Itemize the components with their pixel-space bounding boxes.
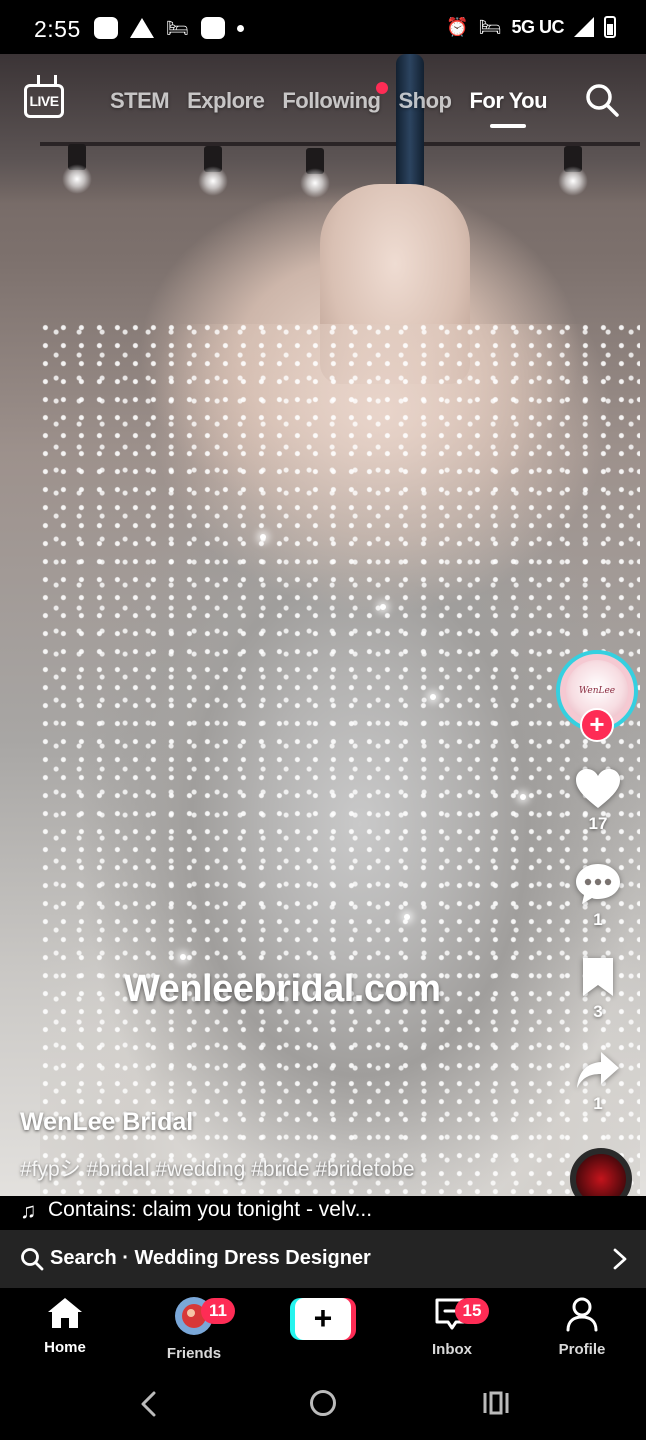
- network-type: 5G UC: [511, 16, 564, 37]
- hotel-icon: 🛏: [166, 18, 189, 38]
- alarm-icon: ⏰: [446, 17, 469, 37]
- nav-profile-label: Profile: [558, 1341, 606, 1358]
- sparkle: [520, 794, 526, 800]
- following-notification-dot: [376, 82, 389, 94]
- video-player[interactable]: [0, 54, 646, 1196]
- home-icon: [48, 1298, 82, 1328]
- sparkle: [380, 604, 386, 610]
- sparkle: [404, 914, 410, 920]
- sparkle: [430, 694, 436, 700]
- spotlight: [62, 144, 92, 194]
- share-button[interactable]: 1: [556, 1050, 640, 1114]
- spotlight: [300, 148, 330, 198]
- nav-home-label: Home: [44, 1339, 86, 1356]
- author-name[interactable]: WenLee Bridal: [20, 1108, 560, 1137]
- share-icon: [577, 1052, 619, 1088]
- battery-icon: [604, 16, 616, 38]
- heart-icon: [576, 769, 620, 808]
- nav-friends-label: Friends: [166, 1345, 222, 1362]
- wedding-dress-image: [40, 324, 640, 1196]
- nav-home[interactable]: Home: [10, 1296, 120, 1356]
- more-notifications-icon: [236, 24, 244, 32]
- inbox-badge: 15: [455, 1298, 489, 1324]
- tab-shop[interactable]: Shop: [398, 88, 452, 114]
- bookmark-icon: [583, 958, 613, 996]
- top-navigation: LIVE STEM Explore Following Shop For You: [0, 80, 646, 136]
- friends-badge: 11: [201, 1298, 235, 1324]
- tab-explore[interactable]: Explore: [187, 88, 265, 114]
- music-title: Contains: claim you tonight - velv...: [48, 1198, 373, 1221]
- comment-button[interactable]: 1: [556, 862, 640, 930]
- video-watermark: Wenleebridal.com: [124, 968, 441, 1010]
- status-notification-icons: 🛏: [94, 17, 244, 39]
- live-icon[interactable]: LIVE: [24, 84, 64, 118]
- sparkle: [180, 954, 186, 960]
- search-icon: [21, 1248, 44, 1271]
- status-system-icons: ⏰ 🛏 5G UC: [446, 16, 616, 38]
- spotlight: [558, 146, 588, 196]
- signal-icon: [574, 17, 594, 37]
- music-info[interactable]: ♫ Contains: claim you tonight - velv...: [0, 1196, 646, 1228]
- video-caption: WenLee Bridal #fypシ #bridal #wedding #br…: [20, 1108, 560, 1183]
- comment-count: 1: [593, 910, 603, 929]
- hotel-icon: 🛏: [478, 17, 502, 37]
- system-navigation-bar: [0, 1372, 646, 1440]
- live-label: LIVE: [29, 93, 59, 109]
- related-search-label: Search · Wedding Dress Designer: [50, 1247, 371, 1269]
- save-count: 3: [593, 1002, 603, 1021]
- bottom-navigation: Home Friends 11 + Inbox 15 Profile: [0, 1288, 646, 1372]
- hashtags[interactable]: #fypシ #bridal #wedding #bride #bridetobe: [20, 1153, 560, 1183]
- comment-icon: [576, 864, 620, 904]
- tab-for-you[interactable]: For You: [469, 88, 547, 114]
- recents-icon[interactable]: [482, 1390, 510, 1416]
- follow-button[interactable]: +: [580, 708, 614, 742]
- nav-inbox-label: Inbox: [432, 1341, 472, 1358]
- feed-tabs: STEM Explore Following Shop For You: [110, 82, 548, 114]
- related-search-bar[interactable]: Search · Wedding Dress Designer: [0, 1230, 646, 1288]
- music-note-icon: ♫: [20, 1198, 37, 1223]
- sparkle: [260, 534, 266, 540]
- plus-icon: +: [295, 1298, 351, 1340]
- tab-following[interactable]: Following: [282, 82, 389, 114]
- nav-friends[interactable]: Friends 11: [139, 1296, 249, 1362]
- tab-stem[interactable]: STEM: [110, 88, 170, 114]
- chevron-right-icon: [613, 1248, 627, 1270]
- light-track: [40, 142, 640, 146]
- drive-notification-icon: [130, 18, 154, 38]
- nav-inbox[interactable]: Inbox 15: [397, 1296, 507, 1358]
- back-icon[interactable]: [138, 1390, 158, 1418]
- save-button[interactable]: 3: [556, 956, 640, 1022]
- app-notification-icon: [94, 17, 118, 39]
- search-icon[interactable]: [584, 82, 620, 118]
- spotlight: [198, 146, 228, 196]
- like-count: 17: [588, 814, 608, 833]
- nav-profile[interactable]: Profile: [527, 1296, 637, 1358]
- profile-icon: [566, 1297, 598, 1332]
- tab-following-label: Following: [282, 88, 381, 113]
- like-button[interactable]: 17: [556, 768, 640, 834]
- create-button[interactable]: +: [290, 1298, 356, 1340]
- smile-notification-icon: [200, 17, 225, 39]
- status-bar: 2:55 🛏 ⏰ 🛏 5G UC: [0, 0, 646, 54]
- share-count: 1: [593, 1094, 603, 1113]
- home-circle-icon[interactable]: [308, 1388, 338, 1418]
- status-time: 2:55: [34, 16, 81, 42]
